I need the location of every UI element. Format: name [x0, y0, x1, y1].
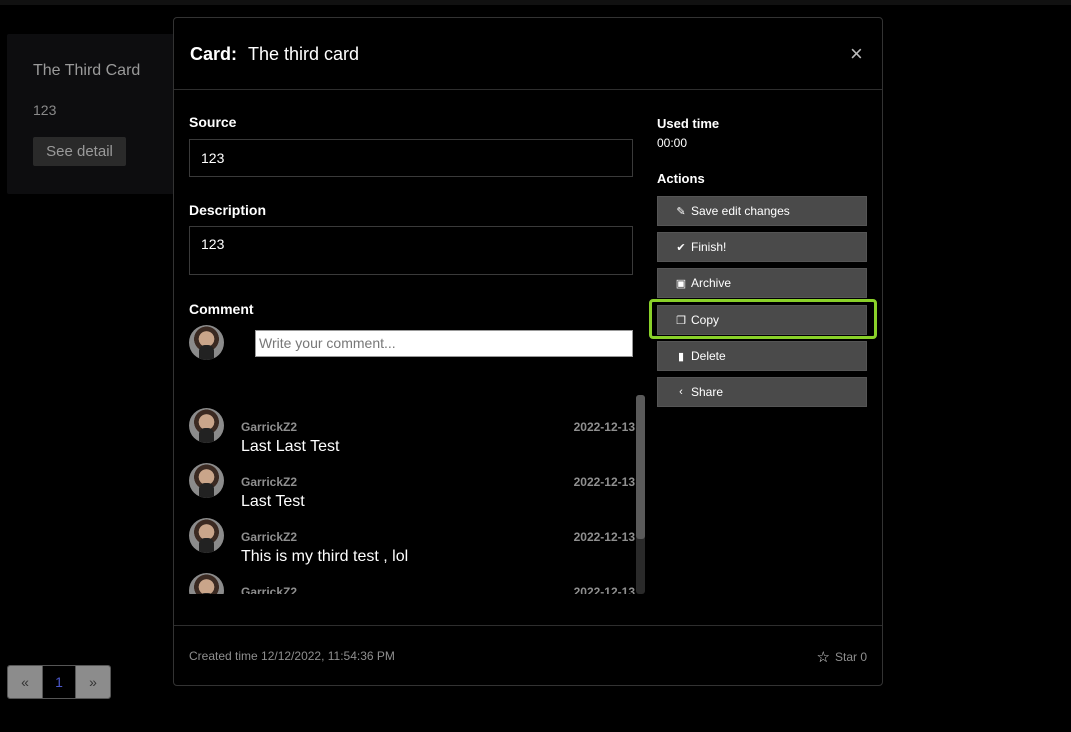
see-detail-button[interactable]: See detail: [33, 137, 126, 166]
check-circle-icon: ✔: [676, 241, 686, 254]
comment-date: 2022-12-13: [573, 420, 635, 434]
comment-list: GarrickZ2 2022-12-13 Last Last Test Garr…: [189, 394, 645, 594]
description-label: Description: [189, 202, 267, 218]
actions-label: Actions: [657, 171, 705, 186]
avatar: [189, 325, 224, 360]
share-icon: ‹: [679, 386, 683, 398]
star-icon: ☆: [816, 649, 830, 666]
comment-item: GarrickZ2 2022-12-13 Last Test: [189, 461, 635, 511]
save-edit-label: Save edit changes: [691, 204, 790, 218]
avatar: [189, 573, 224, 594]
finish-label: Finish!: [691, 240, 727, 254]
description-field[interactable]: 123: [189, 226, 633, 275]
modal-footer: Created time 12/12/2022, 11:54:36 PM ☆ S…: [174, 625, 882, 685]
pencil-icon: ✎: [676, 205, 686, 218]
card-title: The Third Card: [33, 62, 141, 79]
comment-text: Last Test: [241, 493, 305, 510]
page-1-button[interactable]: 1: [42, 666, 76, 698]
star-label: Star 0: [834, 650, 867, 664]
avatar: [189, 408, 224, 443]
pagination: « 1 »: [7, 665, 111, 699]
archive-label: Archive: [691, 276, 732, 290]
comment-item: GarrickZ2 2022-12-13: [189, 571, 635, 594]
comment-item: GarrickZ2 2022-12-13 Last Last Test: [189, 406, 635, 456]
comment-date: 2022-12-13: [573, 475, 635, 489]
modal-card-title: The third card: [248, 44, 360, 64]
card-label: Card:: [190, 44, 238, 64]
save-edit-button[interactable]: ✎ Save edit changes: [657, 196, 867, 226]
close-icon[interactable]: ×: [850, 43, 863, 65]
share-label: Share: [691, 385, 724, 399]
finish-button[interactable]: ✔ Finish!: [657, 232, 867, 262]
comment-scrollbar[interactable]: [636, 395, 645, 594]
share-button[interactable]: ‹ Share: [657, 377, 867, 407]
avatar: [189, 518, 224, 553]
comment-user: GarrickZ2: [241, 420, 298, 434]
used-time-value: 00:00: [657, 136, 688, 150]
comment-item: GarrickZ2 2022-12-13 This is my third te…: [189, 516, 635, 566]
card-detail-modal: Card: The third card × Source 123 Descri…: [173, 17, 883, 686]
card-text: 123: [33, 102, 57, 118]
trash-icon: ▮: [677, 350, 685, 363]
comment-date: 2022-12-13: [573, 530, 635, 544]
top-bar: [0, 0, 1071, 5]
copy-highlight: [649, 299, 877, 339]
used-time-label: Used time: [657, 116, 720, 131]
star-button[interactable]: ☆ Star 0: [817, 648, 867, 666]
comment-label: Comment: [189, 301, 254, 317]
comment-user: GarrickZ2: [241, 475, 298, 489]
comment-input[interactable]: Write your comment...: [255, 330, 633, 357]
avatar: [189, 463, 224, 498]
next-page-button[interactable]: »: [76, 666, 110, 698]
archive-button[interactable]: ▣ Archive: [657, 268, 867, 298]
delete-button[interactable]: ▮ Delete: [657, 341, 867, 371]
prev-page-button[interactable]: «: [8, 666, 42, 698]
created-time: Created time 12/12/2022, 11:54:36 PM: [189, 649, 395, 663]
comment-date: 2022-12-13: [573, 585, 635, 594]
comment-text: This is my third test , lol: [241, 548, 409, 565]
archive-icon: ▣: [675, 277, 687, 290]
comment-user: GarrickZ2: [241, 585, 298, 594]
comment-user: GarrickZ2: [241, 530, 298, 544]
delete-label: Delete: [691, 349, 726, 363]
scroll-thumb[interactable]: [636, 395, 645, 539]
source-field[interactable]: 123: [189, 139, 633, 177]
comment-text: Last Last Test: [241, 438, 340, 455]
modal-header: Card: The third card ×: [174, 18, 882, 90]
background-card: The Third Card 123 See detail: [7, 34, 187, 194]
source-label: Source: [189, 114, 237, 130]
